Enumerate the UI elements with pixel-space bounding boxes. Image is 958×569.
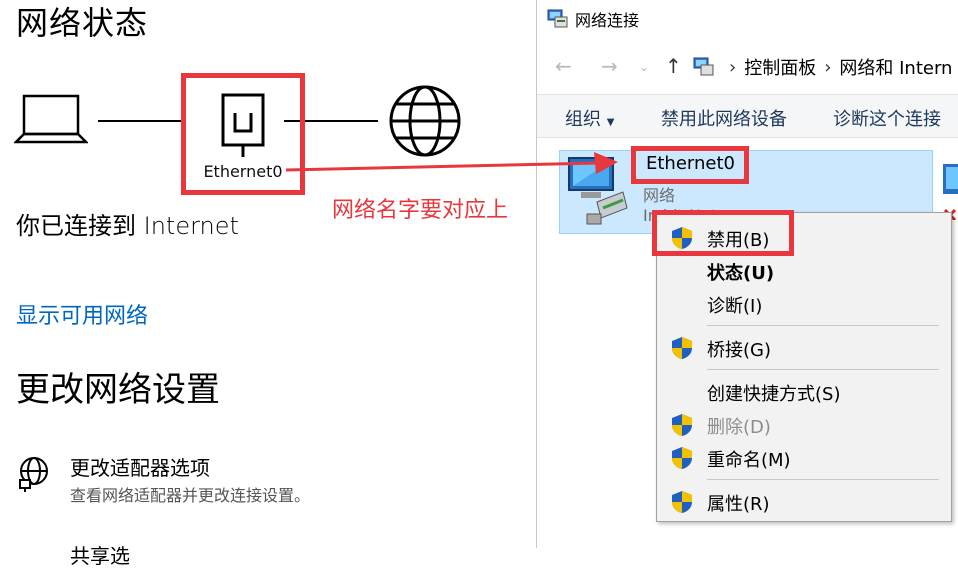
menu-item-label: 桥接(G): [707, 340, 771, 361]
laptop-icon: [14, 94, 88, 144]
adapter-label: Ethernet0: [203, 162, 283, 181]
menu-item-status[interactable]: 状态(U): [657, 256, 951, 286]
connection-status-text: 你已连接到 Internet: [16, 212, 239, 240]
breadcrumb-separator-icon: ›: [824, 56, 832, 78]
page-title: 网络状态: [16, 4, 149, 42]
navigation-bar: ← → ⌄ ↑ › 控制面板 › 网络和 Intern: [537, 46, 958, 86]
ethernet-highlight-box: Ethernet0: [181, 73, 305, 195]
uac-shield-icon: [672, 414, 692, 436]
forward-arrow-icon[interactable]: →: [601, 54, 618, 78]
organize-label: 组织: [565, 109, 601, 130]
breadcrumb-network-internet[interactable]: 网络和 Intern: [839, 54, 952, 80]
connection-name: Ethernet0: [646, 153, 735, 174]
ethernet-icon: [221, 93, 265, 157]
adapter-options-description: 查看网络适配器并更改连接设置。: [70, 486, 311, 505]
history-chevron-icon[interactable]: ⌄: [639, 60, 649, 74]
connection-status: 网络: [643, 186, 676, 205]
menu-item-delete: 删除(D): [657, 410, 951, 440]
menu-separator: [707, 479, 939, 480]
breadcrumb-separator-icon: ›: [729, 56, 737, 78]
menu-item-create-shortcut[interactable]: 创建快捷方式(S): [657, 377, 951, 407]
menu-item-rename[interactable]: 重命名(M): [657, 443, 951, 473]
uac-shield-icon: [672, 227, 692, 249]
menu-item-label: 状态(U): [707, 263, 775, 284]
up-arrow-icon[interactable]: ↑: [665, 54, 682, 78]
context-menu: 禁用(B) 状态(U) 诊断(I) 桥接(G) 创建快捷方式(S) 删除(D) …: [656, 212, 952, 522]
menu-item-disable[interactable]: 禁用(B): [657, 223, 951, 253]
connection-line-left: [98, 120, 182, 122]
adapter-options-link[interactable]: 更改适配器选项: [70, 452, 210, 481]
window-title-bar: 网络连接: [547, 8, 639, 30]
uac-shield-icon: [672, 337, 692, 359]
disconnected-adapter-icon[interactable]: [941, 158, 958, 220]
adapter-options-icon: [19, 457, 48, 492]
diagnose-button[interactable]: 诊断这个连接: [833, 105, 941, 131]
sharing-options-link[interactable]: 共享选: [70, 540, 130, 569]
connection-name-highlight: Ethernet0: [631, 146, 749, 184]
globe-icon: [389, 85, 461, 157]
disable-device-button[interactable]: 禁用此网络设备: [661, 105, 787, 131]
network-connections-icon: [547, 9, 568, 28]
window-title: 网络连接: [575, 11, 640, 30]
breadcrumb-control-panel[interactable]: 控制面板: [744, 54, 816, 80]
menu-item-label: 重命名(M): [707, 450, 791, 471]
menu-item-label: 创建快捷方式(S): [707, 384, 841, 405]
uac-shield-icon: [672, 491, 692, 513]
network-adapter-icon: [568, 157, 628, 225]
menu-item-label: 诊断(I): [707, 296, 763, 317]
organize-button[interactable]: 组织 ▼: [565, 105, 614, 131]
address-bar[interactable]: › 控制面板 › 网络和 Intern: [693, 50, 952, 84]
menu-item-properties[interactable]: 属性(R): [657, 487, 951, 517]
dropdown-caret-icon: ▼: [606, 117, 615, 128]
menu-item-label: 删除(D): [707, 417, 771, 438]
show-available-networks-link[interactable]: 显示可用网络: [16, 298, 148, 330]
menu-item-label: 属性(R): [707, 494, 770, 515]
annotation-text: 网络名字要对应上: [332, 198, 509, 223]
menu-separator: [707, 325, 939, 326]
command-bar: 组织 ▼ 禁用此网络设备 诊断这个连接: [537, 94, 958, 138]
back-arrow-icon[interactable]: ←: [555, 54, 572, 78]
menu-item-label: 禁用(B): [707, 230, 770, 251]
uac-shield-icon: [672, 447, 692, 469]
settings-panel: 网络状态 Ethernet0 你已连接到 Internet 显示可用网络 更改网…: [0, 0, 536, 568]
section-title: 更改网络设置: [16, 370, 220, 410]
menu-separator: [707, 369, 939, 370]
control-panel-icon: [693, 57, 714, 76]
menu-item-bridge[interactable]: 桥接(G): [657, 333, 951, 363]
menu-item-diagnose[interactable]: 诊断(I): [657, 289, 951, 319]
